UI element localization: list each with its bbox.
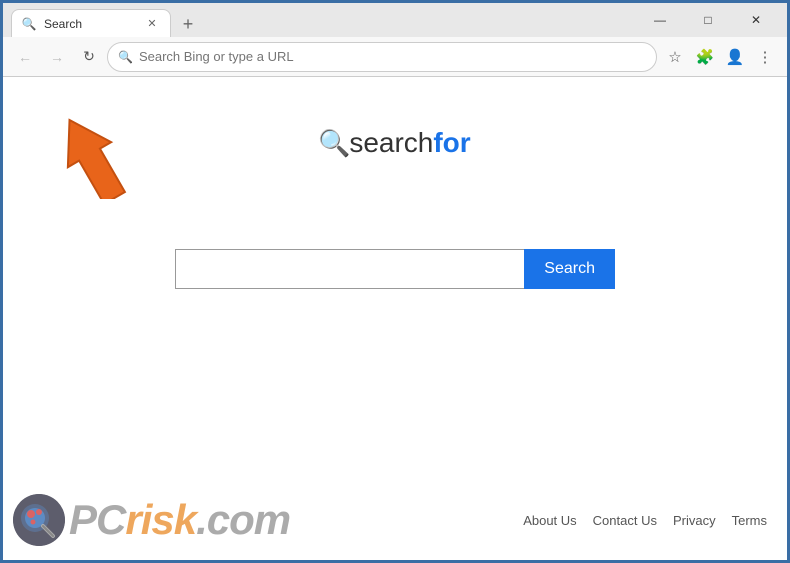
terms-link[interactable]: Terms xyxy=(732,513,767,528)
pcrisk-icon xyxy=(13,494,65,546)
maximize-button[interactable]: □ xyxy=(685,4,731,36)
about-us-link[interactable]: About Us xyxy=(523,513,576,528)
toolbar-icons: ☆ 🧩 👤 ⋮ xyxy=(661,43,779,71)
search-area: Search xyxy=(175,249,615,289)
back-button[interactable]: ← xyxy=(11,43,39,71)
tab-strip: 🔍 Search ✕ + xyxy=(11,3,631,37)
title-bar: 🔍 Search ✕ + — □ ✕ xyxy=(3,3,787,37)
footer-watermark: PCrisk.com About Us Contact Us Privacy T… xyxy=(3,480,787,560)
search-input[interactable] xyxy=(175,249,524,289)
logo-search-icon: 🔍 xyxy=(319,128,349,158)
profile-button[interactable]: 👤 xyxy=(721,43,749,71)
nav-bar: ← → ↻ 🔍 ☆ 🧩 👤 ⋮ xyxy=(3,37,787,77)
page-content: 🔍 searchfor Search xyxy=(3,77,787,560)
window-controls: — □ ✕ xyxy=(637,4,779,36)
refresh-button[interactable]: ↻ xyxy=(75,43,103,71)
address-bar[interactable]: 🔍 xyxy=(107,42,657,72)
logo-text: searchfor xyxy=(349,127,470,159)
forward-button[interactable]: → xyxy=(43,43,71,71)
favorites-button[interactable]: ☆ xyxy=(661,43,689,71)
pcrisk-logo: PCrisk.com xyxy=(13,494,290,546)
close-button[interactable]: ✕ xyxy=(733,4,779,36)
arrow-annotation xyxy=(58,89,178,204)
search-button[interactable]: Search xyxy=(524,249,615,289)
new-tab-button[interactable]: + xyxy=(175,11,201,37)
tab-favicon: 🔍 xyxy=(22,17,36,31)
address-icon: 🔍 xyxy=(118,50,133,64)
privacy-link[interactable]: Privacy xyxy=(673,513,716,528)
tab-close-button[interactable]: ✕ xyxy=(144,16,160,32)
browser-frame: 🔍 Search ✕ + — □ ✕ ← → ↻ 🔍 ☆ 🧩 👤 ⋮ xyxy=(0,0,790,563)
pcrisk-text-logo: PCrisk.com xyxy=(69,496,290,544)
tab-title: Search xyxy=(44,17,82,31)
logo-area: 🔍 searchfor xyxy=(319,127,470,159)
minimize-button[interactable]: — xyxy=(637,4,683,36)
menu-button[interactable]: ⋮ xyxy=(751,43,779,71)
address-input[interactable] xyxy=(139,49,646,64)
contact-us-link[interactable]: Contact Us xyxy=(593,513,657,528)
browser-tab[interactable]: 🔍 Search ✕ xyxy=(11,9,171,37)
extensions-button[interactable]: 🧩 xyxy=(691,43,719,71)
footer-links: About Us Contact Us Privacy Terms xyxy=(523,513,767,528)
